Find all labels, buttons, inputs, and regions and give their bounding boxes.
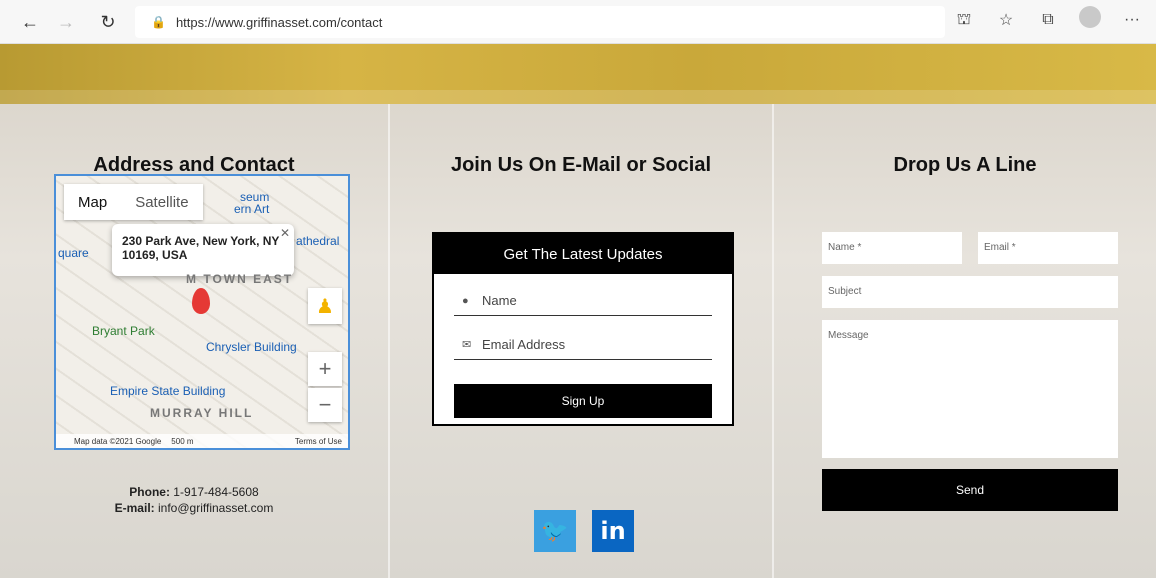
map-label-empire: Empire State Building — [110, 384, 226, 398]
phone-label: Phone: — [129, 485, 170, 499]
favorites-icon[interactable]: ☆ — [994, 10, 1018, 30]
zoom-out-button[interactable]: − — [308, 388, 342, 422]
name-field[interactable]: Name * — [822, 232, 962, 264]
map-label-murray-hill: MURRAY HILL — [150, 406, 254, 420]
page: Address and Contact Map Satellite seum e… — [0, 44, 1156, 578]
tab-satellite[interactable]: Satellite — [121, 184, 202, 220]
location-pin-icon[interactable] — [192, 288, 210, 314]
popup-address: 230 Park Ave, New York, NY 10169, USA — [122, 234, 280, 262]
zoom-in-button[interactable]: + — [308, 352, 342, 386]
twitter-icon[interactable]: 🐦 — [534, 510, 576, 552]
newsletter-box: Get The Latest Updates ● Name ✉ Email Ad… — [432, 232, 734, 426]
map-footer: Map data ©2021 Google 500 m Terms of Use — [56, 434, 348, 448]
contact-info: Phone: 1-917-484-5608 E-mail: info@griff… — [0, 484, 388, 516]
hero-banner — [0, 44, 1156, 104]
email-address[interactable]: info@griffinasset.com — [158, 501, 273, 515]
back-icon[interactable]: ← — [18, 10, 42, 34]
form-title: Drop Us A Line — [893, 154, 1037, 176]
toolbar-icons: ⛫ ☆ ⧉ ··· — [952, 6, 1156, 33]
map-info-popup: 230 Park Ave, New York, NY 10169, USA ✕ — [112, 224, 294, 276]
map-type-tabs: Map Satellite — [64, 184, 203, 220]
google-map[interactable]: Map Satellite seum ern Art athedral quar… — [54, 174, 350, 450]
phone-number[interactable]: 1-917-484-5608 — [173, 485, 258, 499]
map-label-midtown: M TOWN EAST — [186, 272, 294, 286]
phone-line: Phone: 1-917-484-5608 — [0, 484, 388, 500]
street-view-pegman-icon[interactable]: ♟ — [308, 288, 342, 324]
collections-icon[interactable]: ⧉ — [1036, 11, 1060, 29]
name-placeholder: Name — [482, 293, 517, 308]
email-line: E-mail: info@griffinasset.com — [0, 500, 388, 516]
email-placeholder: Email Address — [482, 337, 566, 352]
subject-field[interactable]: Subject — [822, 276, 1118, 308]
browser-toolbar: ← → ↻ 🔒 https://www.griffinasset.com/con… — [0, 0, 1156, 44]
send-button[interactable]: Send — [822, 469, 1118, 511]
map-label-chrysler: Chrysler Building — [206, 340, 297, 354]
tab-map[interactable]: Map — [64, 184, 121, 220]
envelope-icon: ✉ — [462, 339, 472, 351]
message-field[interactable]: Message — [822, 320, 1118, 458]
email-label: E-mail: — [114, 501, 155, 515]
map-data-text: Map data ©2021 Google — [74, 436, 162, 446]
address-bar[interactable]: 🔒 https://www.griffinasset.com/contact — [135, 6, 945, 38]
map-label-art: ern Art — [234, 202, 270, 216]
map-scale: 500 m — [171, 436, 194, 446]
newsletter-email-field[interactable]: ✉ Email Address — [454, 330, 712, 360]
reader-icon[interactable]: ⛫ — [952, 10, 976, 30]
profile-avatar[interactable] — [1078, 6, 1102, 33]
forward-icon[interactable]: → — [54, 10, 78, 34]
email-field[interactable]: Email * — [978, 232, 1118, 264]
lock-icon: 🔒 — [151, 15, 166, 29]
terms-link[interactable]: Terms of Use — [295, 437, 348, 446]
map-label-bryant-park: Bryant Park — [92, 324, 155, 338]
refresh-icon[interactable]: ↻ — [96, 10, 120, 34]
more-icon[interactable]: ··· — [1120, 11, 1144, 29]
social-column: Join Us On E-Mail or Social Get The Late… — [390, 104, 772, 578]
newsletter-name-field[interactable]: ● Name — [454, 286, 712, 316]
close-icon[interactable]: ✕ — [280, 226, 290, 240]
linkedin-icon[interactable]: in — [592, 510, 634, 552]
social-title: Join Us On E-Mail or Social — [450, 154, 712, 176]
url-text: https://www.griffinasset.com/contact — [175, 14, 383, 30]
map-label-cathedral: athedral — [296, 234, 340, 248]
user-icon: ● — [462, 294, 469, 307]
map-label-square: quare — [58, 246, 89, 260]
sign-up-button[interactable]: Sign Up — [454, 384, 712, 418]
newsletter-heading: Get The Latest Updates — [434, 234, 732, 274]
